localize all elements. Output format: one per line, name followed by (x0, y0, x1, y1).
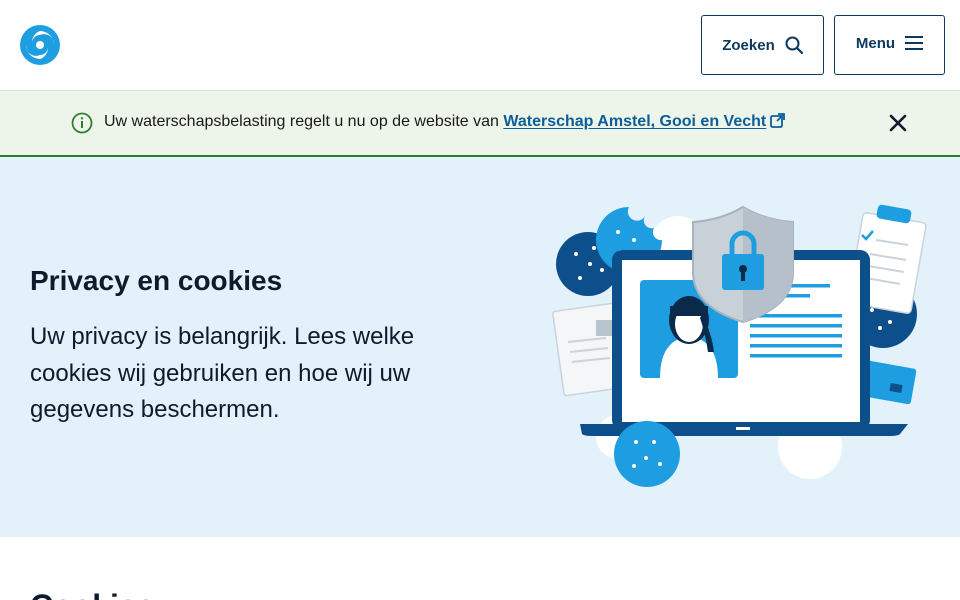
notice-link[interactable]: Waterschap Amstel, Gooi en Vecht (503, 113, 786, 130)
external-link-icon (770, 113, 786, 128)
privacy-illustration (552, 204, 927, 487)
page-title: Privacy en cookies (30, 265, 283, 296)
menu-button[interactable]: Menu (834, 15, 945, 75)
site-header: Zoeken Menu (0, 0, 960, 91)
cookie-icon (614, 421, 680, 487)
menu-button-label: Menu (855, 34, 896, 52)
search-button-label: Zoeken (722, 36, 775, 54)
hero-section: Privacy en cookies Uw privacy is belangr… (0, 157, 960, 537)
swirl-logo-icon (20, 25, 60, 65)
hamburger-icon (905, 36, 924, 50)
search-icon (785, 36, 803, 54)
notice-link-label: Waterschap Amstel, Gooi en Vecht (503, 113, 767, 130)
notice-text: Uw waterschapsbelasting regelt u nu op d… (104, 113, 504, 130)
search-button[interactable]: Zoeken (701, 15, 824, 75)
close-icon[interactable] (888, 113, 908, 133)
shield-lock-icon (692, 205, 794, 324)
section-heading: Cookies (30, 586, 154, 600)
notice-banner: Uw waterschapsbelasting regelt u nu op d… (0, 91, 960, 157)
hero-intro: Uw privacy is belangrijk. Lees welke coo… (30, 323, 415, 423)
info-icon (71, 112, 93, 134)
notice-message: Uw waterschapsbelasting regelt u nu op d… (104, 112, 786, 132)
site-logo[interactable] (19, 24, 61, 66)
